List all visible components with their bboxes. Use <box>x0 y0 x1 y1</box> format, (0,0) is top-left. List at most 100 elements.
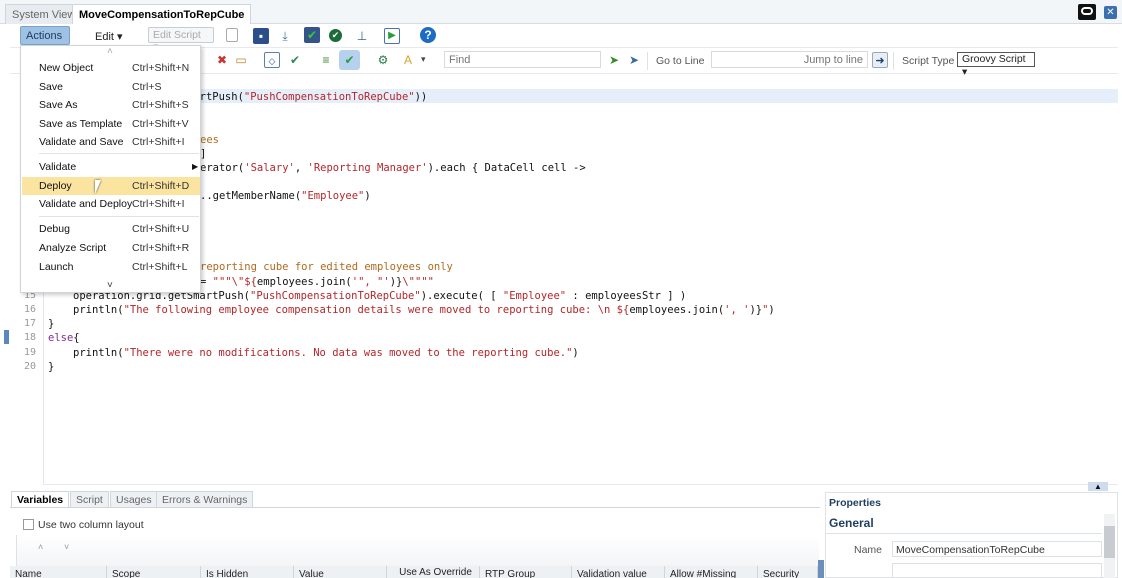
menu-item-launch[interactable]: Launch Ctrl+Shift+L <box>22 258 200 276</box>
menu-item-shortcut: Ctrl+Shift+V <box>132 118 189 130</box>
submenu-arrow-icon: ▶ <box>192 162 199 171</box>
code-token: erator( <box>200 162 245 174</box>
splitter-handle[interactable] <box>4 330 9 344</box>
scroll-up-icon[interactable]: ˄ <box>107 46 113 57</box>
code-line[interactable]: erator('Salary', 'Reporting Manager').ea… <box>200 161 586 175</box>
panel-splitter-handle[interactable] <box>818 560 824 578</box>
mouse-cursor-icon <box>95 180 107 194</box>
menu-item-save[interactable]: Save Ctrl+S <box>22 78 200 96</box>
code-token: '", "' <box>351 275 390 288</box>
actions-label: Actions <box>26 30 63 42</box>
collapse-panel-icon[interactable]: ▲ <box>1088 482 1108 491</box>
move-up-icon[interactable]: ˄ <box>38 542 43 552</box>
move-down-icon[interactable]: ˅ <box>64 542 69 552</box>
menu-item-save-as-template[interactable]: Save as Template Ctrl+Shift+V <box>22 115 200 133</box>
new-icon[interactable] <box>226 28 238 42</box>
refresh-icon[interactable]: ✔ <box>287 52 303 68</box>
code-line[interactable]: } <box>48 360 54 374</box>
properties-title: Properties <box>829 497 881 509</box>
font-style-icon[interactable]: A <box>400 52 416 68</box>
edit-script-select[interactable]: Edit Script ▾ <box>148 27 214 53</box>
code-line[interactable]: martPush("PushCompensationToRepCube")) <box>187 90 427 104</box>
script-type-value: Groovy Script <box>962 53 1026 65</box>
save-validate-icon[interactable]: ✔ <box>304 27 320 43</box>
code-line[interactable]: } <box>48 317 54 331</box>
menu-item-validate-and-save[interactable]: Validate and Save Ctrl+Shift+I <box>22 133 200 151</box>
code-token: reporting cube for edited employees only <box>200 261 453 274</box>
code-format-icon[interactable]: ◇ <box>264 52 280 68</box>
actions-menu-button[interactable]: Actions ▾ <box>20 26 70 55</box>
menu-item-shortcut: Ctrl+Shift+L <box>132 261 188 273</box>
properties-scrollbar[interactable] <box>1104 514 1115 578</box>
deploy-icon[interactable]: ⊥ <box>354 28 370 44</box>
script-type-label: Script Type <box>902 55 955 67</box>
menu-item-label: Deploy <box>39 180 72 192</box>
tab-move-compensation[interactable]: MoveCompensationToRepCube <box>72 4 252 24</box>
delete-comment-icon[interactable]: ✖ <box>214 52 230 68</box>
find-input[interactable] <box>444 51 601 68</box>
menu-item-deploy[interactable]: Deploy Ctrl+Shift+D <box>22 177 200 195</box>
code-token: } <box>48 360 55 373</box>
tab-errors-warnings[interactable]: Errors & Warnings <box>156 491 254 508</box>
column-header[interactable]: Allow #Missing <box>665 566 758 578</box>
menu-item-label: Validate and Deploy <box>39 198 133 210</box>
close-icon[interactable]: ✕ <box>1104 6 1117 19</box>
code-token: ) <box>572 346 579 359</box>
tab-system-view[interactable]: System View <box>5 4 83 24</box>
column-header[interactable]: Security <box>758 566 818 578</box>
list-icon[interactable]: ≡ <box>318 52 334 68</box>
comment-icon[interactable]: ▭ <box>233 52 249 68</box>
menu-item-save-as[interactable]: Save As Ctrl+Shift+S <box>22 96 200 114</box>
column-header[interactable]: Is Hidden <box>201 566 294 578</box>
auto-validate-toggle-icon[interactable]: ✔ <box>339 50 360 70</box>
code-line[interactable]: else{ <box>48 331 80 345</box>
save-icon[interactable]: ▪ <box>253 28 269 44</box>
name-field[interactable]: MoveCompensationToRepCube <box>892 541 1102 557</box>
column-header[interactable]: Value <box>294 566 387 578</box>
menu-item-label: New Object <box>39 62 94 74</box>
menu-item-shortcut: Ctrl+Shift+R <box>132 242 190 254</box>
code-line[interactable]: = """\"${employees.join('", "')}\"""" <box>200 275 434 289</box>
launch-icon[interactable]: ▶ <box>384 28 400 44</box>
column-header[interactable]: Name <box>10 566 107 578</box>
column-header[interactable]: Use As Override <box>387 566 480 578</box>
menu-item-validate[interactable]: Validate ▶ <box>22 158 200 176</box>
column-header[interactable]: RTP Group <box>480 566 572 578</box>
validate-icon[interactable]: ✔ <box>329 29 342 42</box>
scroll-down-icon[interactable]: ˅ <box>107 280 113 291</box>
font-style-dropdown-icon[interactable]: ▾ <box>421 54 426 65</box>
description-field[interactable] <box>892 563 1102 578</box>
go-arrow-icon[interactable]: ➜ <box>872 52 888 68</box>
code-line[interactable]: ..getMemberName("Employee") <box>200 189 371 203</box>
jump-to-line-input[interactable] <box>711 51 868 68</box>
tab-usages[interactable]: Usages <box>110 491 158 508</box>
menu-item-label: Launch <box>39 261 74 273</box>
code-token: "Employee" <box>502 289 567 302</box>
line-number: 18 <box>23 332 36 344</box>
menu-item-shortcut: Ctrl+Shift+U <box>132 223 190 235</box>
column-header[interactable]: Scope <box>107 566 201 578</box>
find-next-icon[interactable]: ➤ <box>606 52 622 68</box>
help-icon[interactable]: ? <box>420 27 436 43</box>
menu-item-label: Debug <box>39 223 70 235</box>
tab-script[interactable]: Script <box>70 491 109 508</box>
code-token: : employeesStr ] ) <box>566 289 687 302</box>
two-column-checkbox[interactable] <box>23 519 34 530</box>
member-selector-icon[interactable]: ⚙ <box>375 52 391 68</box>
menu-item-validate-and-deploy[interactable]: Validate and Deploy Ctrl+Shift+I <box>22 195 200 213</box>
menu-item-analyze-script[interactable]: Analyze Script Ctrl+Shift+R <box>22 239 200 257</box>
column-header[interactable]: Validation value <box>572 566 665 578</box>
code-line[interactable]: println("There were no modifications. No… <box>73 346 579 360</box>
code-token: 'Reporting Manager' <box>307 162 428 174</box>
edit-menu-button[interactable]: Edit ▾ <box>95 30 123 43</box>
code-line[interactable]: ees <box>200 133 219 147</box>
code-line[interactable]: println("The following employee compensa… <box>73 303 775 317</box>
script-type-select[interactable]: Groovy Script ▾ <box>957 52 1035 78</box>
download-icon[interactable]: ⤓ <box>277 28 293 44</box>
find-previous-icon[interactable]: ➤ <box>626 52 642 68</box>
tab-variables[interactable]: Variables <box>11 491 70 508</box>
code-token: ees <box>200 133 219 146</box>
menu-item-debug[interactable]: Debug Ctrl+Shift+U <box>22 220 200 238</box>
menu-item-new-object[interactable]: New Object Ctrl+Shift+N <box>22 59 200 77</box>
code-line[interactable]: reporting cube for edited employees only <box>200 260 453 274</box>
